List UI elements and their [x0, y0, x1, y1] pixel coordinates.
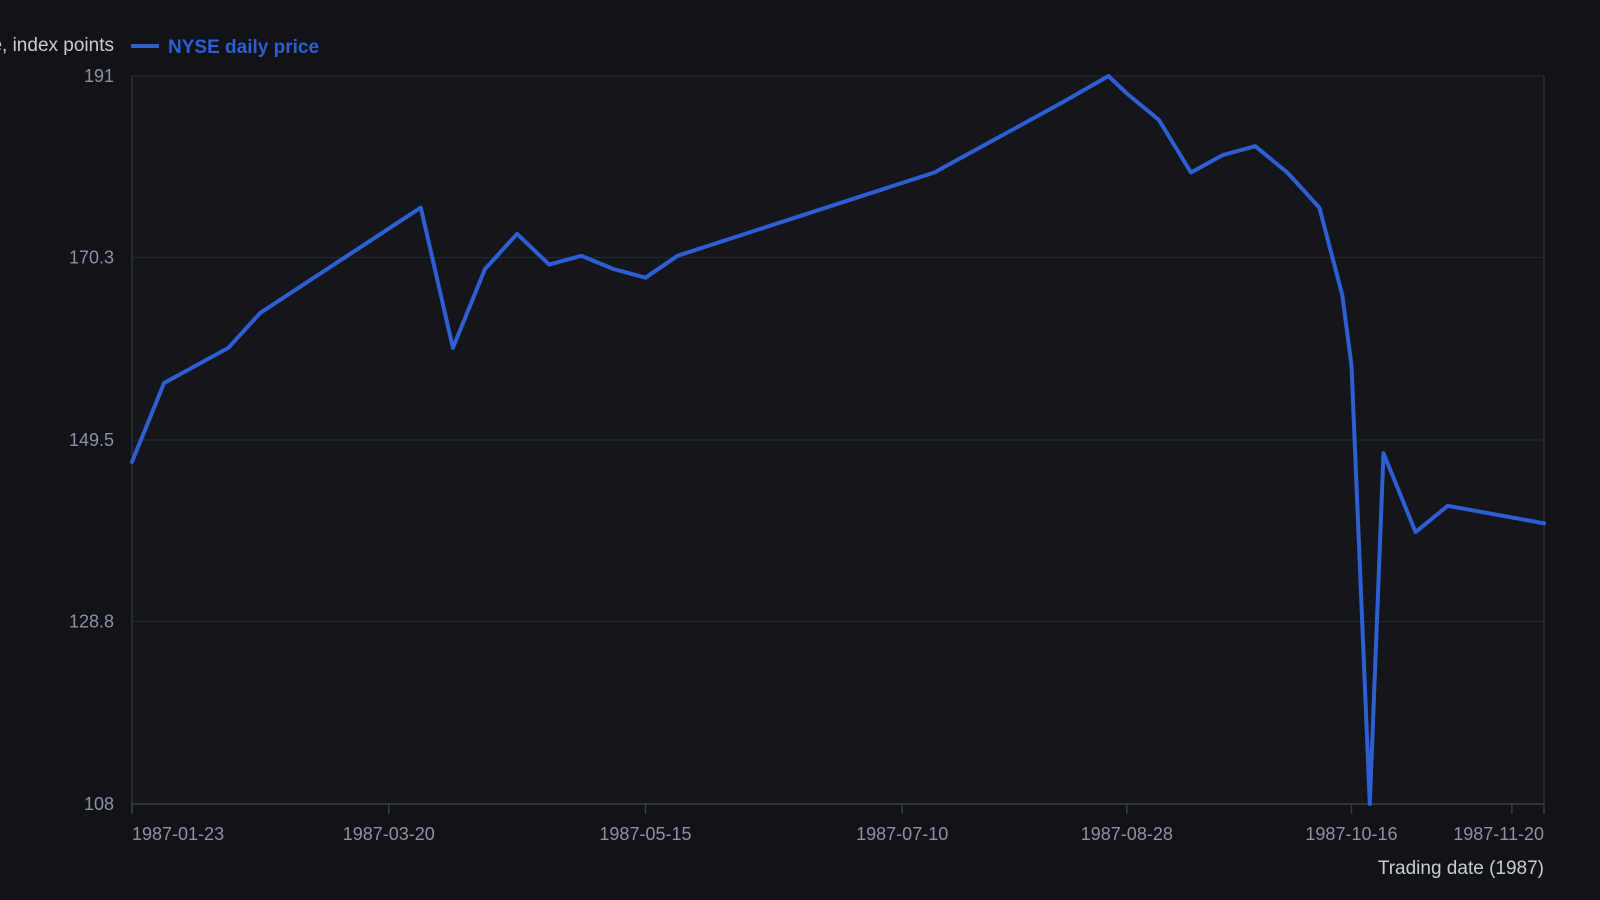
line-chart: 108 128.8 149.5 170.3 191 1987-01-23 1987-03-2…	[0, 35, 1546, 879]
x-tick-label: 1987-08-28	[1081, 824, 1173, 844]
y-tick-label: 128.8	[69, 612, 114, 632]
y-tick-label: 191	[84, 66, 114, 86]
x-tick-label: 1987-10-16	[1305, 824, 1397, 844]
y-axis-title: Close, index points	[0, 35, 114, 56]
legend-label-nyse-daily-price: NYSE daily price	[168, 37, 319, 58]
x-tick-label: 1987-05-15	[599, 824, 691, 844]
x-tick-label: 1987-01-23	[132, 824, 224, 844]
x-axis-title: Trading date (1987)	[1378, 858, 1544, 879]
x-tick-label: 1987-11-20	[1453, 824, 1544, 844]
y-tick-label: 149.5	[69, 430, 114, 450]
legend: Close, index points NYSE daily price	[0, 35, 319, 58]
x-tick-label: 1987-07-10	[856, 824, 948, 844]
y-tick-label: 170.3	[69, 248, 114, 268]
x-tick-label: 1987-03-20	[343, 824, 435, 844]
y-tick-label: 108	[84, 794, 114, 814]
